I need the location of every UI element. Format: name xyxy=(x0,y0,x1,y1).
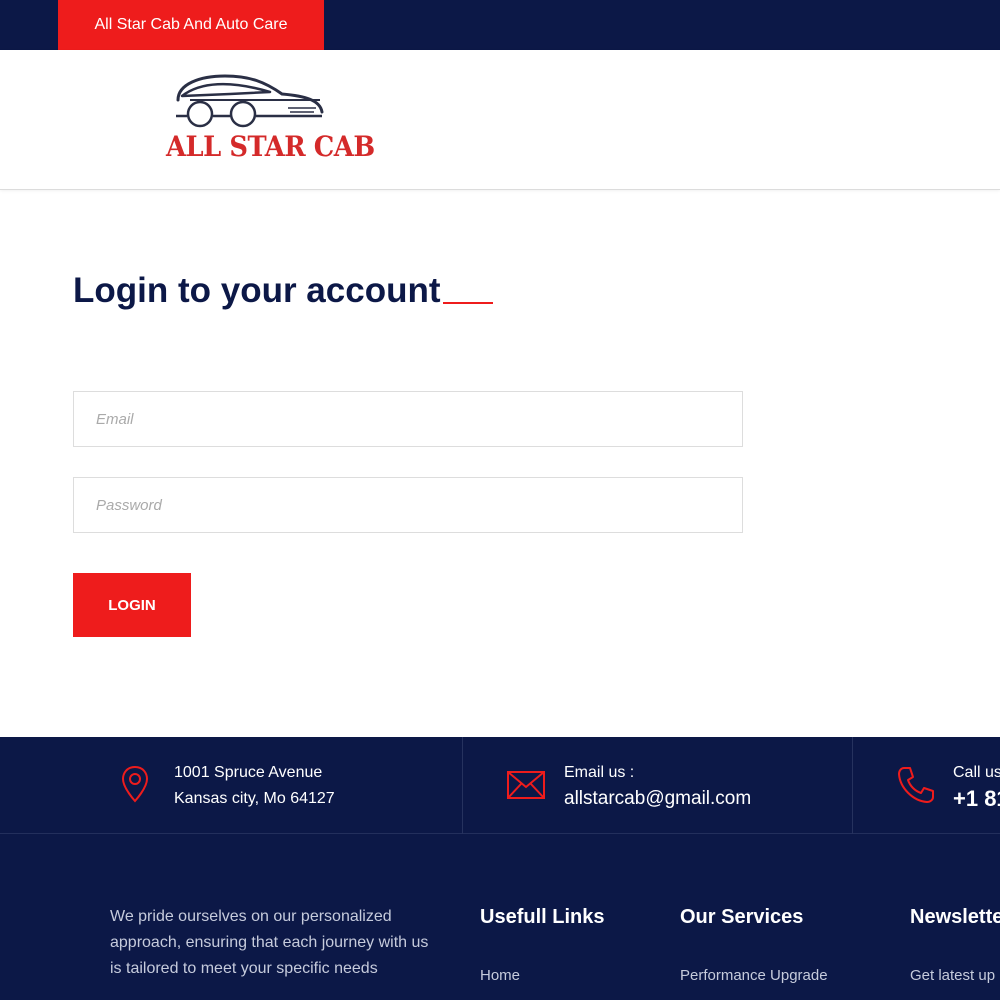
brand-badge[interactable]: All Star Cab And Auto Care xyxy=(58,0,324,50)
useful-links-heading: Usefull Links xyxy=(480,906,605,928)
address-line-2: Kansas city, Mo 64127 xyxy=(174,790,335,807)
page-title: Login to your account xyxy=(73,271,441,310)
site-header: ALL STAR CAB xyxy=(0,50,1000,190)
service-link-performance-upgrade[interactable]: Performance Upgrade xyxy=(680,967,828,984)
site-footer: We pride ourselves on our personalized a… xyxy=(0,834,1000,1000)
email-label: Email us : xyxy=(564,764,635,781)
title-underline xyxy=(443,302,493,304)
footer-link-home[interactable]: Home xyxy=(480,967,520,984)
about-text: We pride ourselves on our personalized a… xyxy=(110,908,429,977)
newsletter-text: Get latest up xyxy=(910,967,996,984)
address-line-1: 1001 Spruce Avenue xyxy=(174,764,323,781)
email-address[interactable]: allstarcab@gmail.com xyxy=(564,788,751,810)
contact-divider xyxy=(462,737,463,834)
services-heading: Our Services xyxy=(680,906,804,928)
login-button[interactable]: LOGIN xyxy=(73,573,191,637)
email-field[interactable] xyxy=(73,391,743,447)
top-bar: All Star Cab And Auto Care xyxy=(0,0,1000,50)
location-pin-icon xyxy=(121,765,149,803)
logo-wordmark: ALL STAR CAB xyxy=(166,130,375,163)
phone-number[interactable]: +1 81 xyxy=(953,786,1000,812)
envelope-icon xyxy=(507,771,545,799)
car-icon xyxy=(176,74,324,128)
site-logo[interactable]: ALL STAR CAB xyxy=(160,72,375,172)
newsletter-heading: Newslette xyxy=(910,906,1000,928)
contact-divider xyxy=(852,737,853,834)
call-label: Call us xyxy=(953,764,1000,781)
contact-strip: 1001 Spruce Avenue Kansas city, Mo 64127… xyxy=(0,737,1000,834)
phone-icon xyxy=(898,767,934,803)
password-field[interactable] xyxy=(73,477,743,533)
